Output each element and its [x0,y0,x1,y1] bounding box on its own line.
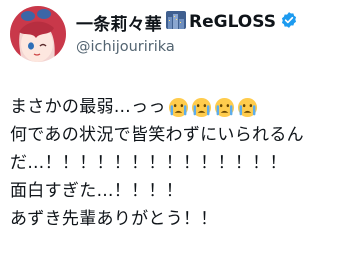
crying-face-icon [168,97,189,118]
crying-face-icon [237,97,258,118]
crying-face-icon [191,97,212,118]
post-text-line: まさかの最弱…っっ [10,93,346,121]
post-text-line-4: 面白すぎた…！！！！ [10,181,183,201]
author-names: 一条莉々華 ReGLOSS @ichijouririka [76,10,298,55]
post-card: 一条莉々華 ReGLOSS @ichijouririka まさかの最弱…っっ 何… [0,0,350,266]
post-text: まさかの最弱…っっ 何であの状況で皆笑わずにいられるん だ…！！！！！！！！！！… [10,93,346,233]
name-row: 一条莉々華 ReGLOSS [76,10,298,35]
author-handle[interactable]: @ichijouririka [76,39,298,55]
crying-face-icon [214,97,235,118]
post-text-line-2: 何であの状況で皆笑わずにいられるん [10,125,304,145]
post-text-line-5: あずき先輩ありがとう！！ [10,209,218,229]
post-text-line-3: だ…！！！！！！！！！！！！！！ [10,153,287,173]
avatar[interactable] [10,6,66,62]
group-name[interactable]: ReGLOSS [189,12,276,32]
post-text-line-1: まさかの最弱…っっ [10,97,166,117]
city-night-icon [166,11,186,33]
post-header: 一条莉々華 ReGLOSS @ichijouririka [10,6,298,62]
verified-badge-icon [280,11,298,33]
display-name[interactable]: 一条莉々華 [76,10,162,35]
